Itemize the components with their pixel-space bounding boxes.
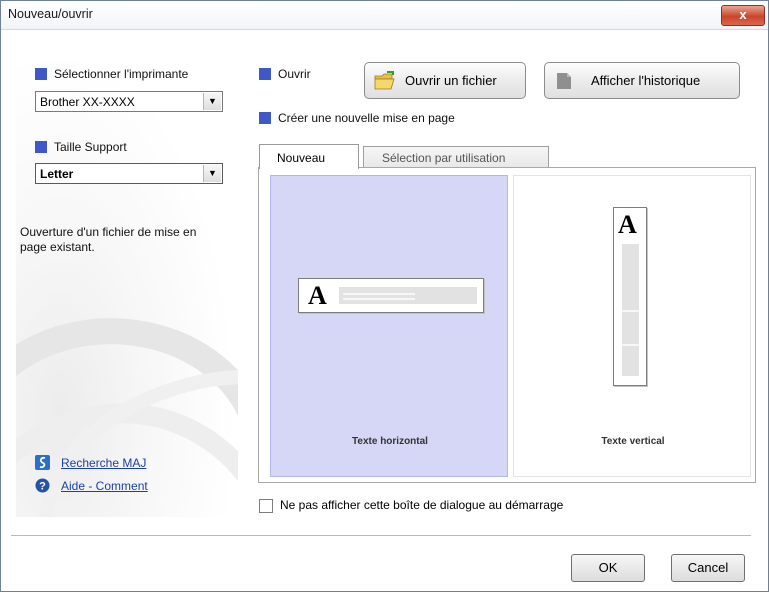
preview-text-line bbox=[343, 298, 415, 300]
open-file-button[interactable]: Ouvrir un fichier bbox=[364, 62, 526, 99]
preview-text-line bbox=[622, 310, 639, 312]
folder-open-icon bbox=[374, 71, 395, 90]
history-icon bbox=[557, 73, 571, 89]
window-title: Nouveau/ouvrir bbox=[8, 7, 93, 21]
separator bbox=[11, 535, 751, 536]
vertical-preview-glyph: A bbox=[618, 210, 637, 239]
left-panel: Sélectionner l'imprimante Brother XX-XXX… bbox=[16, 47, 238, 517]
tab-select-by-use-label: Sélection par utilisation bbox=[382, 151, 506, 165]
ok-button-label: OK bbox=[598, 560, 618, 575]
help-link[interactable]: Aide - Comment bbox=[61, 479, 148, 493]
create-layout-label: Créer une nouvelle mise en page bbox=[259, 111, 455, 125]
media-size-label: Taille Support bbox=[35, 140, 127, 154]
printer-label: Sélectionner l'imprimante bbox=[35, 67, 188, 81]
preview-text-line bbox=[343, 293, 415, 295]
preview-text-line bbox=[339, 287, 477, 304]
cancel-button-label: Cancel bbox=[687, 560, 729, 575]
ok-button[interactable]: OK bbox=[571, 554, 645, 582]
dropdown-arrow-icon[interactable]: ▼ bbox=[203, 93, 221, 110]
update-link[interactable]: Recherche MAJ bbox=[61, 456, 146, 470]
printer-select[interactable]: Brother XX-XXXX ▼ bbox=[35, 91, 223, 112]
startup-checkbox[interactable] bbox=[259, 499, 273, 513]
section-marker-icon bbox=[259, 68, 271, 80]
preview-text-line bbox=[622, 344, 639, 346]
layout-card-vertical[interactable]: A Texte vertical bbox=[513, 175, 751, 477]
horizontal-card-label: Texte horizontal bbox=[352, 436, 428, 447]
open-file-button-label: Ouvrir un fichier bbox=[405, 73, 497, 88]
title-bar: Nouveau/ouvrir x bbox=[1, 1, 768, 30]
vertical-card-label: Texte vertical bbox=[601, 436, 665, 447]
update-icon[interactable] bbox=[35, 455, 50, 470]
dropdown-arrow-icon[interactable]: ▼ bbox=[203, 165, 221, 182]
vertical-preview: A bbox=[613, 207, 647, 386]
section-marker-icon bbox=[35, 141, 47, 153]
section-marker-icon bbox=[259, 112, 271, 124]
close-icon: x bbox=[739, 7, 747, 22]
media-size-select[interactable]: Letter ▼ bbox=[35, 163, 223, 184]
svg-text:?: ? bbox=[39, 481, 46, 493]
show-history-button[interactable]: Afficher l'historique bbox=[544, 62, 740, 99]
cancel-button[interactable]: Cancel bbox=[671, 554, 745, 582]
dialog-window: Nouveau/ouvrir x Sélectionner l'impriman… bbox=[0, 0, 769, 592]
horizontal-preview: A bbox=[298, 278, 484, 313]
startup-checkbox-label[interactable]: Ne pas afficher cette boîte de dialogue … bbox=[280, 498, 563, 512]
show-history-button-label: Afficher l'historique bbox=[591, 73, 701, 88]
background-swirl bbox=[16, 318, 238, 517]
description-text: Ouverture d'un fichier de mise en page e… bbox=[20, 225, 197, 254]
close-button[interactable]: x bbox=[721, 5, 765, 26]
printer-select-value: Brother XX-XXXX bbox=[40, 95, 135, 109]
open-label: Ouvrir bbox=[259, 67, 311, 81]
layout-tab-panel: A Texte horizontal A Texte vertical bbox=[258, 167, 756, 483]
help-icon[interactable]: ? bbox=[35, 478, 50, 493]
section-marker-icon bbox=[35, 68, 47, 80]
tab-new-label: Nouveau bbox=[277, 151, 326, 165]
media-size-select-value: Letter bbox=[40, 167, 74, 181]
tab-new[interactable]: Nouveau bbox=[259, 144, 359, 169]
horizontal-preview-glyph: A bbox=[308, 281, 327, 310]
layout-card-horizontal[interactable]: A Texte horizontal bbox=[270, 175, 508, 477]
